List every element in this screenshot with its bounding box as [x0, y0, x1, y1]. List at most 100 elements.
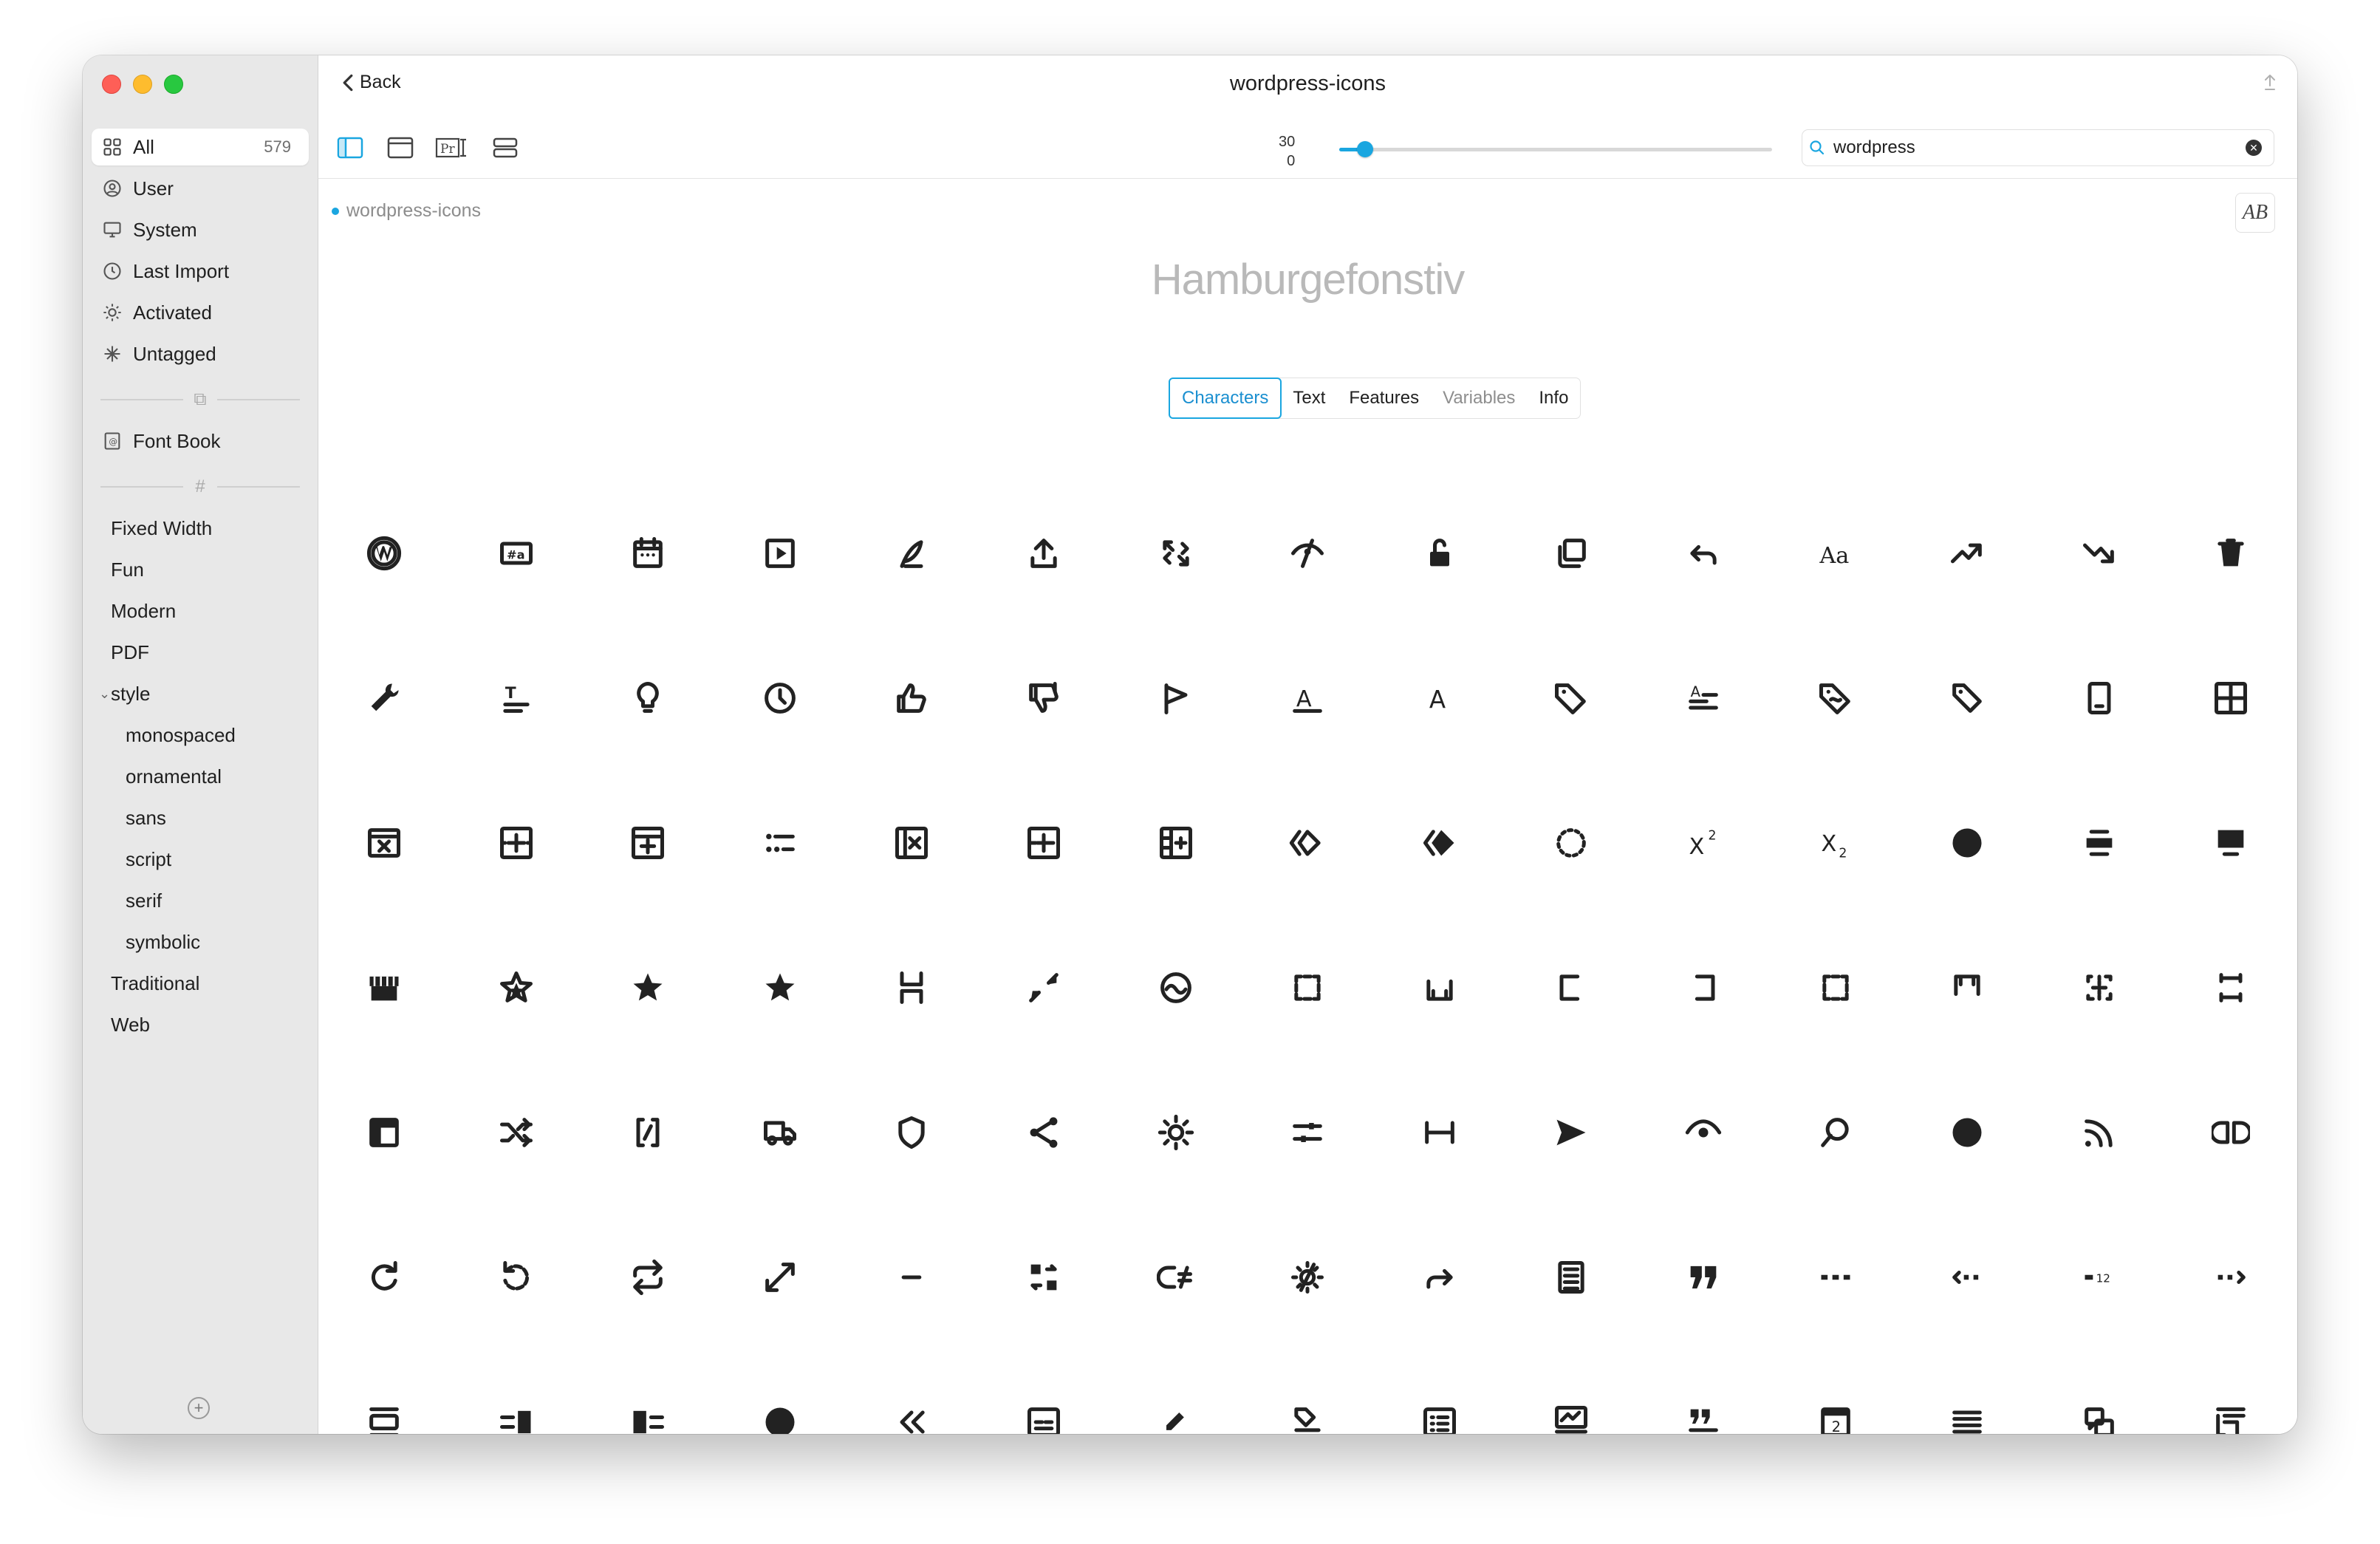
close-window-button[interactable]	[102, 75, 121, 94]
circle-filled-icon[interactable]	[1901, 771, 2033, 915]
diamond-outline-icon[interactable]	[1242, 771, 1373, 915]
block-top-icon[interactable]	[2165, 771, 2297, 915]
column-remove-icon[interactable]	[846, 771, 977, 915]
shortcode-icon[interactable]	[582, 1060, 714, 1205]
sidebar-item-all[interactable]: All 579	[92, 129, 309, 165]
truck-icon[interactable]	[714, 1060, 846, 1205]
quote-lines-icon[interactable]	[1638, 1350, 1769, 1434]
tag-icon[interactable]	[1505, 626, 1637, 771]
frame-right-icon[interactable]	[1638, 915, 1769, 1060]
shrink-icon[interactable]	[978, 915, 1109, 1060]
clock-icon[interactable]	[714, 626, 846, 771]
star-filled-icon[interactable]	[582, 915, 714, 1060]
speech-boxes-icon[interactable]	[2034, 1350, 2165, 1434]
sidebar-item-user[interactable]: User	[92, 170, 309, 207]
sun-icon[interactable]	[1110, 1060, 1242, 1205]
columns-gap-icon[interactable]	[2165, 1060, 2297, 1205]
hashtag-a-icon[interactable]: #a	[451, 481, 582, 626]
tag-web[interactable]: Web	[92, 1006, 309, 1043]
duplicate-icon[interactable]	[1505, 481, 1637, 626]
width-icon[interactable]	[1374, 1060, 1505, 1205]
circle-filled-3-icon[interactable]	[714, 1350, 846, 1434]
tab-features[interactable]: Features	[1337, 378, 1431, 418]
share-icon[interactable]	[2262, 73, 2278, 98]
text-view-button[interactable]: Pr	[434, 132, 472, 163]
add-collection-button[interactable]: +	[188, 1397, 210, 1419]
send-icon[interactable]	[1505, 1060, 1637, 1205]
align-right-icon[interactable]	[451, 1350, 582, 1434]
table-remove-icon[interactable]	[318, 771, 450, 915]
shield-icon[interactable]	[846, 1060, 977, 1205]
resize-arrows-icon[interactable]	[1110, 481, 1242, 626]
calendar-icon[interactable]	[582, 481, 714, 626]
list-dots-icon[interactable]	[714, 771, 846, 915]
smiley-icon[interactable]	[1110, 915, 1242, 1060]
frame-full-icon[interactable]	[1770, 915, 1901, 1060]
rotate-left-icon[interactable]	[451, 1205, 582, 1350]
align-left-icon[interactable]	[582, 1350, 714, 1434]
preview-view-button[interactable]	[385, 132, 416, 163]
table-icon[interactable]	[2165, 626, 2297, 771]
lock-open-icon[interactable]	[1374, 481, 1505, 626]
star-filled-2-icon[interactable]	[714, 915, 846, 1060]
waterfall-view-button[interactable]	[490, 132, 521, 163]
flag-icon[interactable]	[1110, 626, 1242, 771]
more-left-icon[interactable]	[1901, 1205, 2033, 1350]
sidebar-item-font-book[interactable]: @ Font Book	[92, 423, 309, 460]
frame-left-icon[interactable]	[1505, 915, 1637, 1060]
tag-ornamental[interactable]: ornamental	[92, 758, 309, 795]
wrench-icon[interactable]	[318, 626, 450, 771]
pen-underline-icon[interactable]	[1110, 1350, 1242, 1434]
tag-style[interactable]: ⌄ style	[92, 675, 309, 712]
chart-box-icon[interactable]	[1505, 1350, 1637, 1434]
feather-icon[interactable]	[846, 481, 977, 626]
lightbulb-icon[interactable]	[582, 626, 714, 771]
sidebar-item-untagged[interactable]: Untagged	[92, 335, 309, 372]
search-icon[interactable]	[1770, 1060, 1901, 1205]
tab-characters[interactable]: Characters	[1169, 378, 1282, 419]
undo-icon[interactable]	[1638, 481, 1769, 626]
tag-modern[interactable]: Modern	[92, 592, 309, 629]
table-add-icon[interactable]	[451, 771, 582, 915]
tag-fixed-width[interactable]: Fixed Width	[92, 510, 309, 547]
eye-icon[interactable]	[1638, 1060, 1769, 1205]
upload-icon[interactable]	[978, 481, 1109, 626]
tag-symbolic[interactable]: symbolic	[92, 923, 309, 960]
frame-bottom-icon[interactable]	[1374, 915, 1505, 1060]
tag-outline-icon[interactable]	[1901, 626, 2033, 771]
align-center-icon[interactable]	[2034, 771, 2165, 915]
sliders-icon[interactable]	[1242, 1060, 1373, 1205]
star-half-icon[interactable]	[451, 915, 582, 1060]
text-box-icon[interactable]	[2165, 1350, 2297, 1434]
heading-lines-icon[interactable]: A	[1638, 626, 1769, 771]
rss-icon[interactable]	[2034, 1060, 2165, 1205]
swap-boxes-icon[interactable]	[978, 1205, 1109, 1350]
card-icon[interactable]	[978, 1350, 1109, 1434]
layout-icon[interactable]	[318, 1060, 450, 1205]
search-input[interactable]	[1832, 137, 2246, 159]
media-box-icon[interactable]	[318, 1350, 450, 1434]
chevron-down-icon[interactable]: ⌄	[99, 686, 111, 702]
play-box-icon[interactable]	[714, 481, 846, 626]
tag-pdf[interactable]: PDF	[92, 634, 309, 671]
diamond-filled-icon[interactable]	[1374, 771, 1505, 915]
cells-add-icon[interactable]	[1110, 771, 1242, 915]
more-icon[interactable]	[1770, 1205, 1901, 1350]
text-aa-icon[interactable]: Aa	[1770, 481, 1901, 626]
quote-icon[interactable]	[1638, 1205, 1769, 1350]
frame-middle-icon[interactable]	[2034, 915, 2165, 1060]
tag-monospaced[interactable]: monospaced	[92, 717, 309, 754]
expand-icon[interactable]	[714, 1205, 846, 1350]
tab-text[interactable]: Text	[1281, 378, 1337, 418]
hidden-eye-icon[interactable]	[1242, 481, 1373, 626]
marker-underline-icon[interactable]	[1242, 1350, 1373, 1434]
trending-down-icon[interactable]	[2034, 481, 2165, 626]
shuffle-icon[interactable]	[451, 1060, 582, 1205]
page-icon[interactable]	[1505, 1205, 1637, 1350]
redo-icon[interactable]	[1374, 1205, 1505, 1350]
trending-up-icon[interactable]	[1901, 481, 2033, 626]
wordpress-icon[interactable]	[318, 481, 450, 626]
formula-icon[interactable]	[1110, 1205, 1242, 1350]
table-column-add-icon[interactable]	[582, 771, 714, 915]
tag-script[interactable]: script	[92, 841, 309, 878]
